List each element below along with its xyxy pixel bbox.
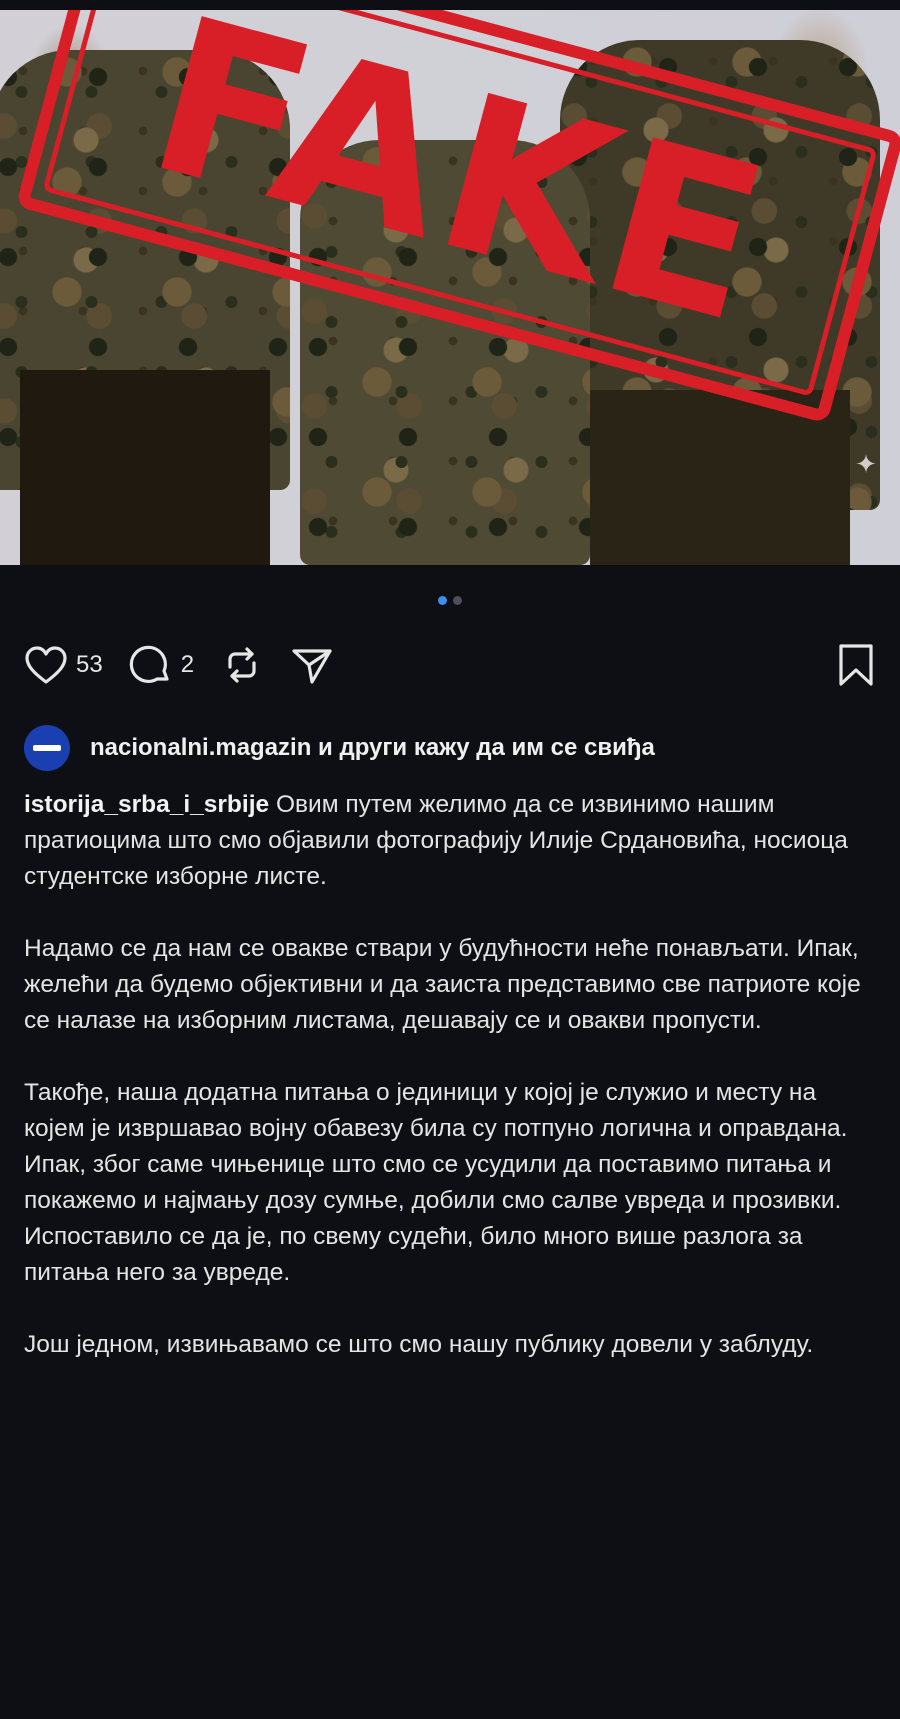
caption-paragraph: Надамо се да нам се овакве ствари у буду… — [24, 935, 861, 1034]
comment-icon — [129, 645, 169, 683]
heart-icon — [25, 646, 67, 684]
instagram-post: FAKE ✦ 53 2 nacionalni.magazin и други к… — [0, 0, 900, 1719]
repost-button[interactable] — [220, 643, 264, 687]
repost-icon — [228, 647, 256, 683]
action-bar: 53 2 — [24, 635, 876, 695]
liked-by-text: nacionalni.magazin и други кажу да им се… — [90, 734, 655, 762]
post-photo[interactable]: FAKE ✦ — [0, 10, 900, 565]
liked-by[interactable]: nacionalni.magazin и други кажу да им се… — [24, 725, 880, 771]
bookmark-icon — [839, 644, 873, 686]
comment-count: 2 — [180, 651, 195, 678]
comment-button[interactable]: 2 — [129, 643, 194, 687]
caption-paragraph: Такође, наша додатна питања о јединици у… — [24, 1079, 848, 1286]
post-caption: istorija_srba_i_srbije Овим путем желимо… — [24, 787, 878, 1399]
avatar-logo-icon — [33, 745, 61, 751]
avatar[interactable] — [24, 725, 70, 771]
like-button[interactable]: 53 — [24, 645, 103, 685]
caption-paragraph: istorija_srba_i_srbije Овим путем желимо… — [24, 787, 878, 895]
send-icon — [292, 649, 332, 684]
like-count: 53 — [76, 651, 103, 678]
sparkle-icon: ✦ — [855, 449, 877, 479]
share-button[interactable] — [290, 643, 334, 687]
liked-by-rest: и други кажу да им се свиђа — [311, 734, 655, 761]
liked-by-user[interactable]: nacionalni.magazin — [90, 734, 311, 761]
carousel-dot — [453, 596, 462, 605]
caption-paragraph: Још једном, извињавамо се што смо нашу п… — [24, 1331, 814, 1358]
carousel-dot-active — [438, 596, 447, 605]
carousel-indicator — [0, 596, 900, 605]
caption-author[interactable]: istorija_srba_i_srbije — [24, 791, 269, 818]
soldier-left-legs — [20, 370, 270, 565]
save-button[interactable] — [836, 642, 876, 688]
